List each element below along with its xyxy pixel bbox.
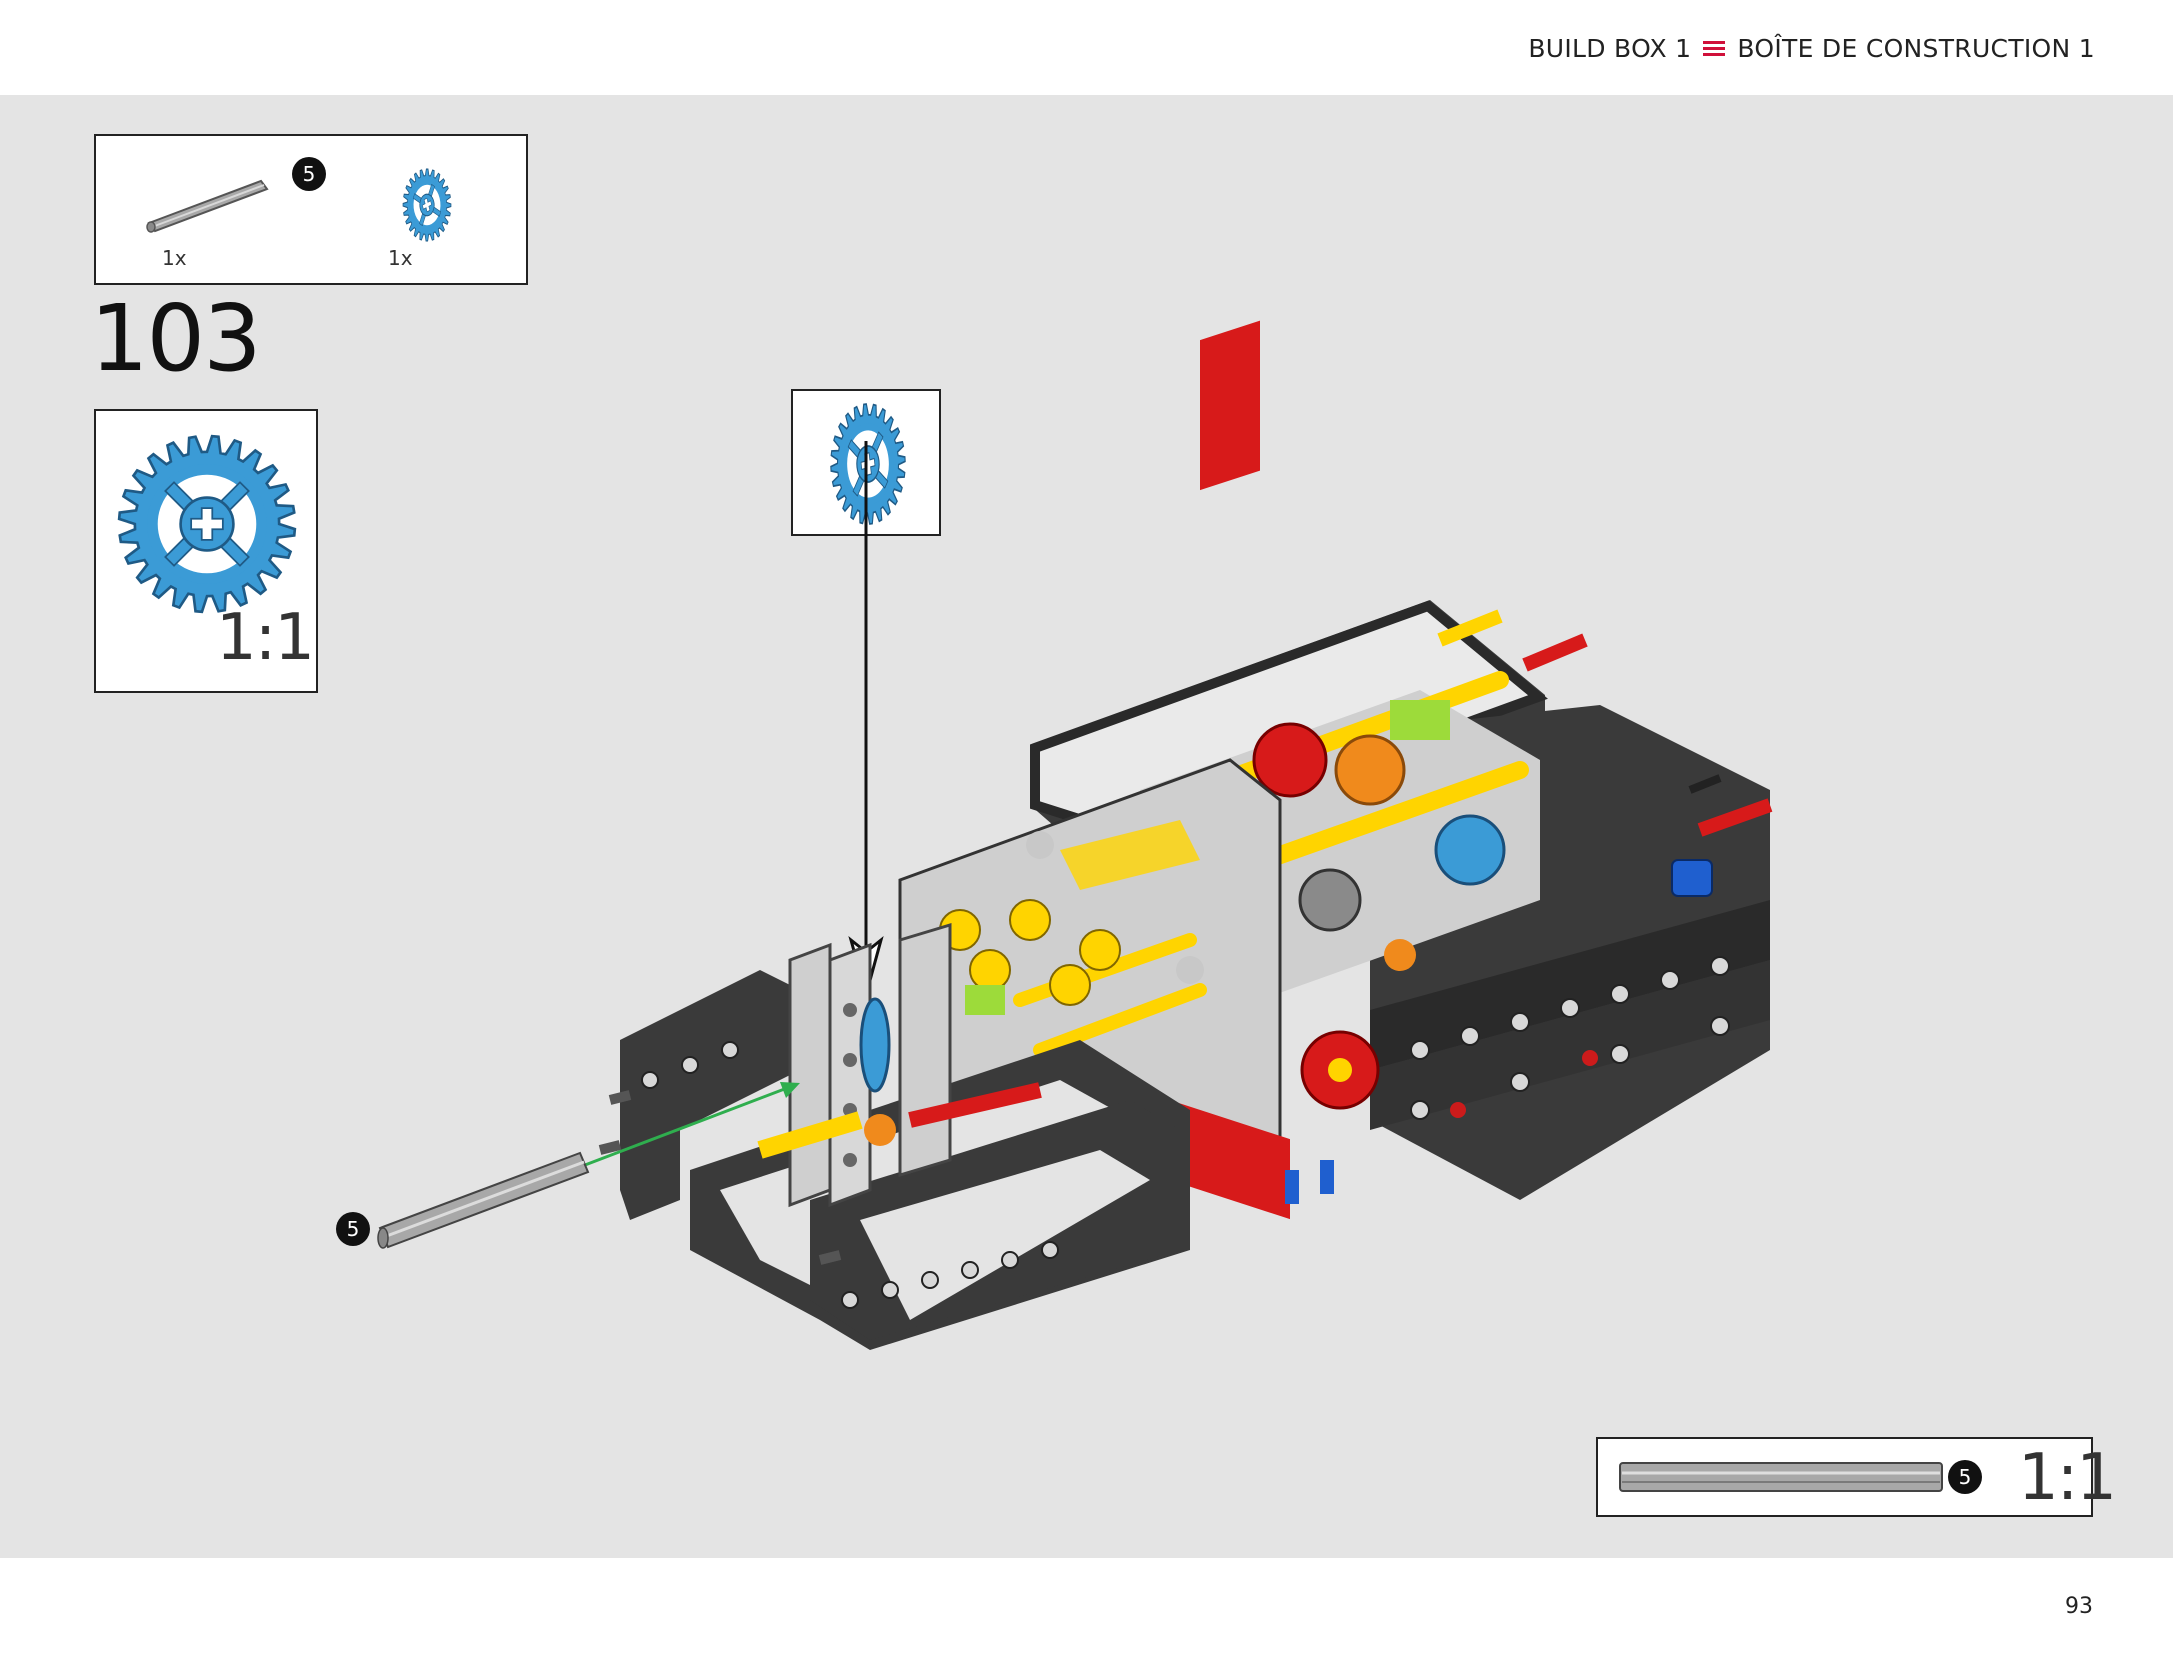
axle-icon (1619, 1462, 1943, 1492)
build-box-en: BUILD BOX 1 (1528, 34, 1692, 63)
page-footer: 93 (0, 1558, 2173, 1654)
build-box-label: BUILD BOX 1 BOÎTE DE CONSTRUCTION 1 (1528, 34, 2095, 63)
scale-label: 1:1 (2018, 1441, 2117, 1515)
axle-length-badge: 5 (1948, 1460, 1982, 1494)
build-box-fr: BOÎTE DE CONSTRUCTION 1 (1737, 34, 2095, 63)
page-header: BUILD BOX 1 BOÎTE DE CONSTRUCTION 1 (0, 0, 2173, 95)
axle-scale-box: 5 1:1 (1596, 1437, 2117, 1517)
page-number: 93 (2065, 1594, 2093, 1619)
axle-length-badge: 5 (336, 1212, 370, 1246)
assembly-model (377, 320, 1773, 1350)
triple-line-icon (1703, 40, 1726, 57)
instruction-area: 5 1x 1x 103 1:1 5 5 1:1 (0, 95, 2173, 1558)
